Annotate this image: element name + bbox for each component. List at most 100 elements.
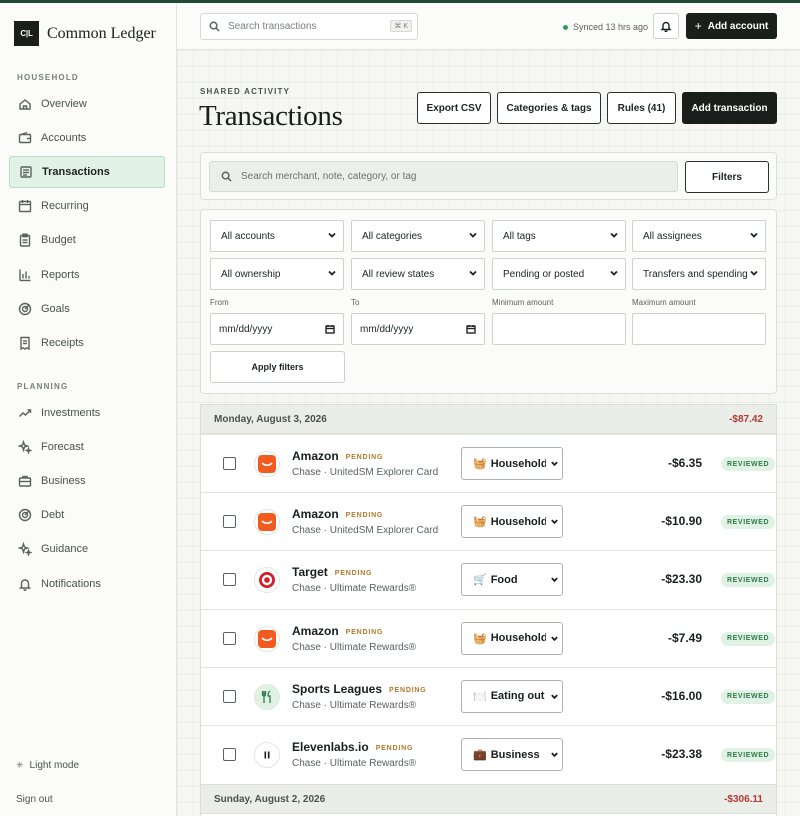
row-checkbox[interactable] bbox=[223, 631, 236, 645]
sidebar-item-receipts[interactable]: Receipts bbox=[9, 327, 165, 359]
calendar-icon[interactable] bbox=[466, 324, 476, 337]
row-checkbox[interactable] bbox=[223, 457, 236, 470]
sidebar-item-recurring[interactable]: Recurring bbox=[9, 190, 165, 222]
chevron-down-icon bbox=[546, 564, 562, 596]
transaction-row[interactable]: Amazon PENDING Chase · UnitedSM Explorer C… bbox=[201, 492, 776, 551]
categories-tags-button[interactable]: Categories & tags bbox=[497, 92, 601, 124]
sidebar-item-overview[interactable]: Overview bbox=[9, 88, 165, 120]
from-date-input[interactable]: mm/dd/yyyy bbox=[210, 313, 344, 345]
merchant-name[interactable]: Elevenlabs.io PENDING bbox=[292, 740, 413, 754]
to-date-input[interactable]: mm/dd/yyyy bbox=[351, 313, 485, 345]
transaction-search-input[interactable]: Search merchant, note, category, or tag bbox=[209, 161, 678, 192]
min-amount-label: Minimum amount bbox=[492, 298, 554, 307]
categories-select[interactable]: All categories bbox=[351, 220, 485, 252]
merchant-label: Elevenlabs.io bbox=[292, 740, 369, 754]
sidebar-item-investments[interactable]: Investments bbox=[9, 397, 165, 429]
sync-status-text: Synced 13 hrs ago bbox=[573, 22, 649, 32]
review-badge[interactable]: REVIEWED bbox=[721, 515, 776, 530]
min-amount-input[interactable] bbox=[492, 313, 626, 345]
merchant-name[interactable]: Amazon PENDING bbox=[292, 624, 383, 638]
topbar: Search transactions ⌘ K Synced 13 hrs ag… bbox=[177, 3, 800, 50]
transaction-row[interactable]: Amazon PENDING Chase · UnitedSM Explorer C… bbox=[201, 434, 776, 492]
chevron-down-icon bbox=[546, 739, 562, 770]
chevron-down-icon bbox=[546, 622, 562, 654]
calendar-icon[interactable] bbox=[325, 324, 335, 337]
accounts-select[interactable]: All accounts bbox=[210, 220, 344, 252]
filters-button[interactable]: Filters bbox=[685, 161, 769, 193]
sign-out-link[interactable]: Sign out bbox=[16, 794, 53, 805]
merchant-label: Sports Leagues bbox=[292, 681, 383, 696]
transaction-row[interactable]: Sports Leagues PENDING Chase · Ultimate Re… bbox=[201, 666, 776, 725]
select-value: All assignees bbox=[643, 230, 702, 242]
category-select[interactable]: 🛒 Food bbox=[461, 563, 563, 597]
export-csv-button[interactable]: Export CSV bbox=[417, 92, 491, 124]
select-value: All review states bbox=[362, 268, 435, 280]
review-states-select[interactable]: All review states bbox=[351, 258, 485, 290]
sparkle-icon bbox=[18, 542, 32, 557]
transaction-row[interactable]: Target PENDING Chase · Ultimate Rewards® 🛒 F… bbox=[201, 550, 776, 609]
category-select[interactable]: 🧺 Household bbox=[461, 447, 563, 480]
sidebar-item-guidance[interactable]: Guidance bbox=[9, 533, 165, 565]
category-select[interactable]: 🍽️ Eating out bbox=[461, 679, 563, 713]
category-value: Food bbox=[490, 573, 518, 586]
brand-name: Common Ledger bbox=[47, 24, 156, 42]
category-select[interactable]: 🧺 Household bbox=[461, 505, 563, 539]
sidebar-item-notifications[interactable]: Notifications bbox=[9, 568, 165, 600]
merchant-name[interactable]: Target PENDING bbox=[292, 565, 372, 579]
page-eyebrow: SHARED ACTIVITY bbox=[200, 87, 291, 96]
select-value: All categories bbox=[362, 230, 423, 242]
global-search-input[interactable]: Search transactions ⌘ K bbox=[200, 13, 418, 40]
review-badge[interactable]: REVIEWED bbox=[721, 631, 776, 646]
pending-status: PENDING bbox=[389, 686, 427, 694]
brand-logo: C|L bbox=[14, 21, 39, 46]
select-value: All accounts bbox=[221, 230, 275, 242]
chevron-down-icon bbox=[327, 268, 337, 278]
brand[interactable]: C|L Common Ledger bbox=[14, 21, 156, 46]
row-checkbox[interactable] bbox=[223, 748, 236, 761]
sidebar-item-reports[interactable]: Reports bbox=[9, 259, 165, 291]
review-badge[interactable]: REVIEWED bbox=[721, 457, 776, 471]
review-badge[interactable]: REVIEWED bbox=[721, 689, 776, 704]
notifications-button[interactable] bbox=[653, 13, 679, 39]
transaction-search-placeholder: Search merchant, note, category, or tag bbox=[241, 171, 417, 182]
merchant-name[interactable]: Sports Leagues PENDING bbox=[292, 682, 427, 696]
transaction-row[interactable]: Amazon PENDING Chase · Ultimate Rewards® 🧺 H… bbox=[201, 608, 776, 667]
category-select[interactable]: 💼 Business bbox=[461, 738, 563, 771]
transfers-spending-select[interactable]: Transfers and spending bbox=[632, 258, 766, 290]
plus-icon: + bbox=[694, 19, 702, 33]
ownership-select[interactable]: All ownership bbox=[210, 258, 344, 290]
transaction-amount: -$23.30 bbox=[661, 572, 702, 587]
select-value: Transfers and spending bbox=[643, 268, 748, 280]
max-amount-input[interactable] bbox=[632, 313, 766, 345]
sidebar-item-forecast[interactable]: Forecast bbox=[9, 431, 165, 463]
sidebar-item-label: Guidance bbox=[41, 543, 89, 556]
sidebar-item-goals[interactable]: Goals bbox=[9, 293, 165, 325]
pending-posted-select[interactable]: Pending or posted bbox=[492, 258, 626, 290]
row-checkbox[interactable] bbox=[223, 515, 236, 529]
amazon-logo-icon bbox=[254, 451, 280, 477]
row-checkbox[interactable] bbox=[223, 573, 236, 587]
transaction-row[interactable]: Elevenlabs.io PENDING Chase · Ultimate Rew… bbox=[201, 725, 776, 783]
sidebar-item-transactions[interactable]: Transactions bbox=[9, 156, 165, 189]
review-badge[interactable]: REVIEWED bbox=[721, 573, 776, 588]
sidebar-item-business[interactable]: Business bbox=[9, 465, 165, 497]
light-mode-toggle[interactable]: ✳ Light mode bbox=[16, 760, 79, 771]
row-checkbox[interactable] bbox=[223, 689, 236, 703]
sidebar-item-debt[interactable]: Debt bbox=[9, 499, 165, 531]
assignees-select[interactable]: All assignees bbox=[632, 220, 766, 252]
merchant-name[interactable]: Amazon PENDING bbox=[292, 507, 383, 521]
tags-select[interactable]: All tags bbox=[492, 220, 626, 252]
review-badge[interactable]: REVIEWED bbox=[721, 748, 776, 762]
apply-filters-button[interactable]: Apply filters bbox=[210, 351, 345, 383]
rules-button[interactable]: Rules (41) bbox=[607, 92, 676, 124]
sidebar-item-budget[interactable]: Budget bbox=[9, 224, 165, 256]
sun-icon: ✳ bbox=[16, 760, 24, 770]
sidebar-item-accounts[interactable]: Accounts bbox=[9, 122, 165, 154]
sidebar-item-label: Accounts bbox=[41, 132, 87, 145]
add-account-button[interactable]: + Add account bbox=[686, 13, 777, 39]
category-emoji-icon: 💼 bbox=[473, 749, 487, 761]
category-select[interactable]: 🧺 Household bbox=[461, 621, 563, 655]
merchant-name[interactable]: Amazon PENDING bbox=[292, 449, 383, 463]
add-transaction-button[interactable]: Add transaction bbox=[682, 92, 777, 124]
eleven-logo-icon bbox=[254, 742, 280, 768]
